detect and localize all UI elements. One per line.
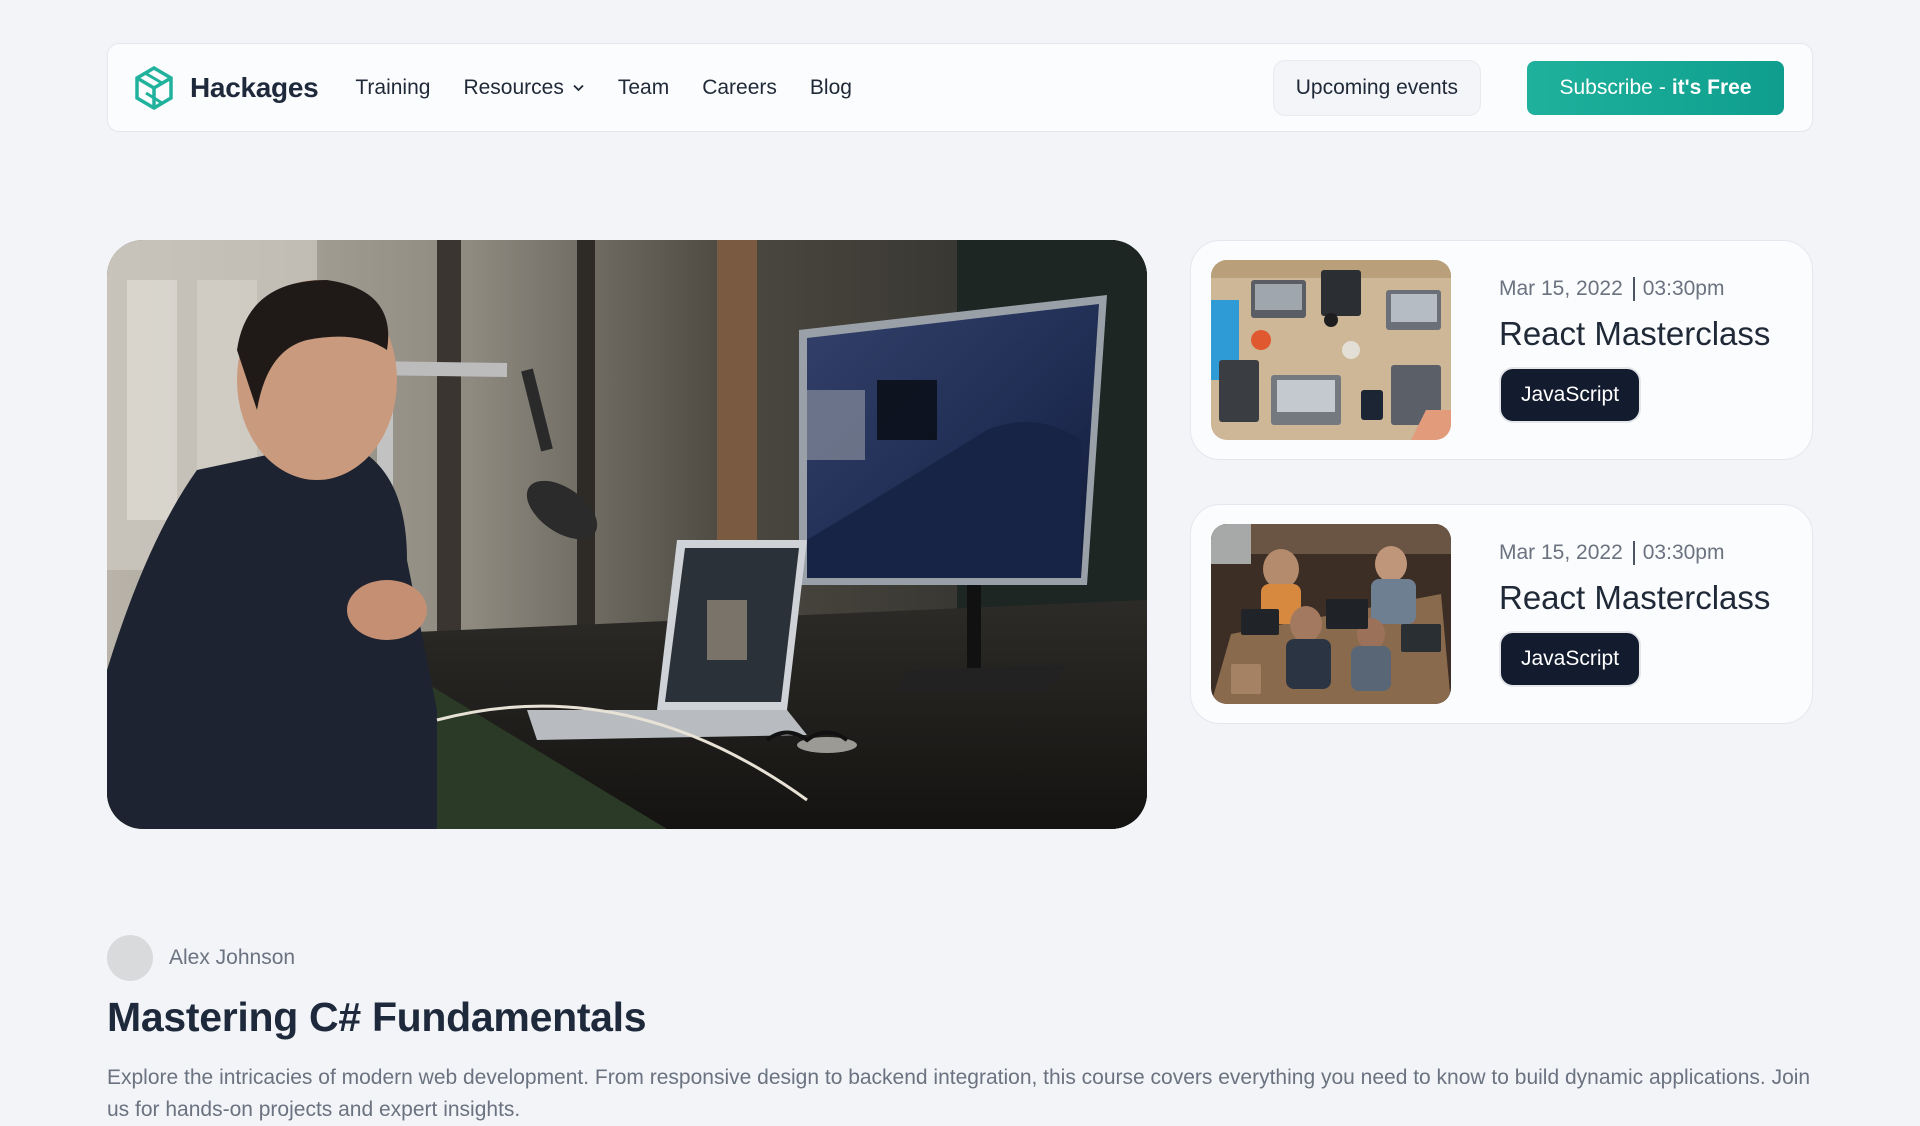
event-tag[interactable]: JavaScript: [1499, 367, 1642, 423]
article-title[interactable]: Mastering C# Fundamentals: [107, 994, 647, 1041]
subscribe-label: Subscribe: [1559, 75, 1653, 99]
nav-link-training[interactable]: Training: [355, 76, 430, 100]
brand-name: Hackages: [190, 71, 319, 103]
brand[interactable]: Hackages: [132, 65, 319, 110]
navbar: Hackages Training Resources Team Careers…: [107, 43, 1813, 132]
event-thumbnail: [1211, 524, 1451, 704]
hackages-logo-icon: [135, 65, 173, 110]
nav-link-label: Careers: [702, 75, 777, 99]
event-title[interactable]: React Masterclass: [1499, 579, 1770, 617]
event-title[interactable]: React Masterclass: [1499, 315, 1770, 353]
datetime-divider: [1632, 541, 1635, 565]
event-datetime: Mar 15, 2022 03:30pm: [1499, 541, 1770, 565]
event-date: Mar 15, 2022: [1499, 541, 1623, 564]
nav-link-label: Team: [617, 75, 670, 99]
article-description: Explore the intricacies of modern web de…: [107, 1066, 1811, 1121]
article-author: Alex Johnson: [107, 935, 295, 981]
author-name[interactable]: Alex Johnson: [169, 946, 295, 970]
laptops-table-photo: [1211, 260, 1451, 440]
event-card[interactable]: Mar 15, 2022 03:30pm React Masterclass J…: [1190, 240, 1813, 460]
event-datetime: Mar 15, 2022 03:30pm: [1499, 277, 1770, 301]
datetime-divider: [1632, 277, 1635, 301]
nav-link-label: Blog: [809, 75, 852, 99]
avatar: [107, 935, 153, 981]
nav-link-resources[interactable]: Resources: [463, 76, 584, 100]
event-time: 03:30pm: [1642, 277, 1725, 300]
subscribe-dash: -: [1658, 75, 1666, 99]
event-tag[interactable]: JavaScript: [1499, 631, 1642, 687]
nav-link-careers[interactable]: Careers: [702, 76, 777, 100]
hero-image: [107, 240, 1147, 829]
subscribe-free-label: it's Free: [1671, 75, 1752, 99]
event-thumbnail: [1211, 260, 1451, 440]
event-card[interactable]: Mar 15, 2022 03:30pm React Masterclass J…: [1190, 504, 1813, 724]
event-info: Mar 15, 2022 03:30pm React Masterclass J…: [1499, 277, 1770, 423]
team-working-photo: [1211, 524, 1451, 704]
nav-link-team[interactable]: Team: [618, 76, 669, 100]
podcast-studio-photo: [107, 240, 1147, 829]
event-date: Mar 15, 2022: [1499, 277, 1623, 300]
nav-link-label: Training: [355, 75, 431, 99]
subscribe-button[interactable]: Subscribe - it's Free: [1527, 60, 1784, 115]
main-nav: Training Resources Team Careers Blog: [355, 76, 852, 100]
chevron-down-icon: [573, 84, 584, 92]
upcoming-events-button[interactable]: Upcoming events: [1272, 59, 1481, 116]
nav-link-blog[interactable]: Blog: [810, 76, 852, 100]
event-time: 03:30pm: [1642, 541, 1725, 564]
nav-link-label: Resources: [463, 75, 564, 99]
event-info: Mar 15, 2022 03:30pm React Masterclass J…: [1499, 541, 1770, 687]
